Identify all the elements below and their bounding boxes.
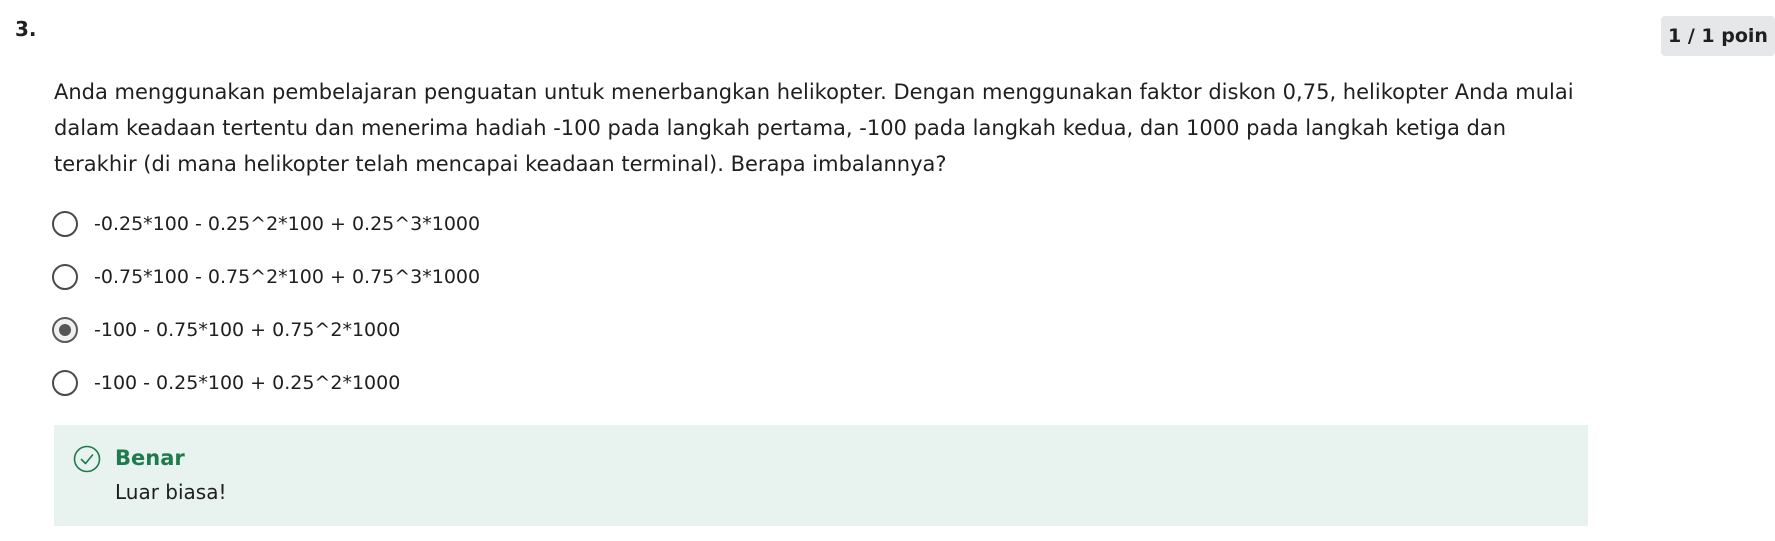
radio-button-1[interactable] (52, 211, 78, 237)
option-2[interactable]: -0.75*100 - 0.75^2*100 + 0.75^3*1000 (52, 261, 480, 293)
check-circle-icon (73, 445, 101, 473)
option-label-3: -100 - 0.75*100 + 0.75^2*1000 (94, 319, 401, 341)
radio-button-4[interactable] (52, 370, 78, 396)
radio-button-2[interactable] (52, 264, 78, 290)
question-text: Anda menggunakan pembelajaran penguatan … (54, 80, 1574, 176)
option-label-2: -0.75*100 - 0.75^2*100 + 0.75^3*1000 (94, 266, 481, 288)
option-label-4: -100 - 0.25*100 + 0.25^2*1000 (94, 372, 401, 394)
points-badge: 1 / 1 poin (1661, 16, 1775, 56)
feedback-title: Benar (115, 446, 185, 470)
option-3[interactable]: -100 - 0.75*100 + 0.75^2*1000 (52, 314, 400, 346)
question-number: 3. (15, 17, 37, 41)
radio-button-3-selected[interactable] (52, 317, 78, 343)
option-1[interactable]: -0.25*100 - 0.25^2*100 + 0.25^3*1000 (52, 208, 480, 240)
option-label-1: -0.25*100 - 0.25^2*100 + 0.25^3*1000 (94, 213, 481, 235)
feedback-message: Luar biasa! (115, 480, 227, 504)
quiz-question-page: 3. 1 / 1 poin Anda menggunakan pembelaja… (0, 0, 1775, 541)
feedback-box: Benar Luar biasa! (54, 425, 1588, 526)
option-4[interactable]: -100 - 0.25*100 + 0.25^2*1000 (52, 367, 400, 399)
